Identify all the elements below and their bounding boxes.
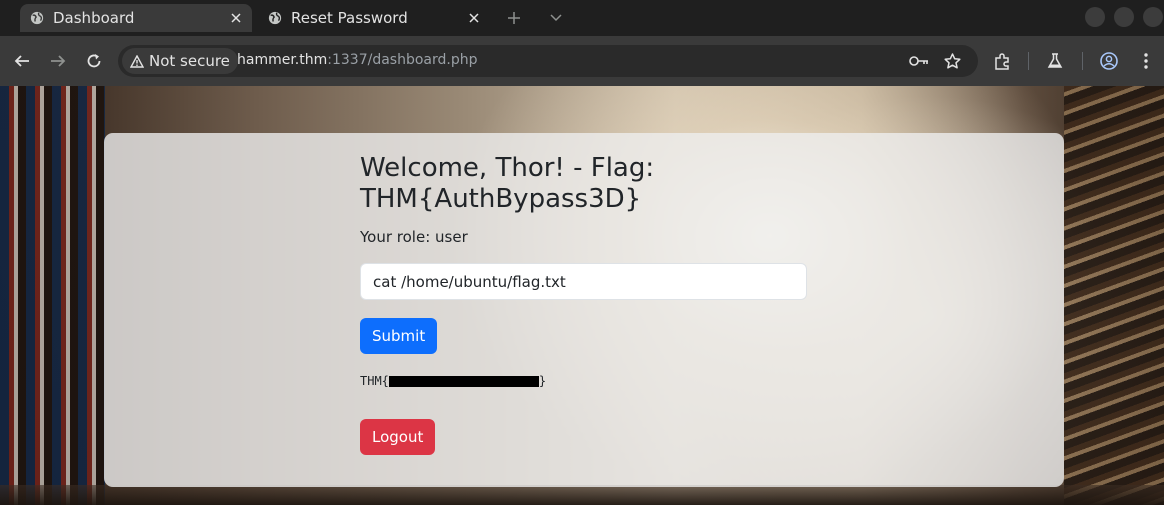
kebab-menu-icon[interactable] [1134,49,1158,73]
warning-triangle-icon [130,54,144,68]
minimize-button[interactable] [1085,7,1105,27]
security-chip[interactable]: Not secure [122,48,238,74]
logout-button[interactable]: Logout [360,419,436,455]
browser-toolbar: Not secure hammer.thm:1337/dashboard.php [0,36,1164,86]
dashboard-card: Welcome, Thor! - Flag: THM{AuthBypass3D}… [104,133,1064,487]
command-output: THM{} [360,373,807,389]
background-image [0,86,105,505]
output-prefix: THM{ [360,374,389,388]
globe-icon [30,11,44,25]
close-window-button[interactable] [1143,7,1163,27]
close-icon[interactable] [226,8,246,28]
url-path: :1337/dashboard.php [327,52,478,68]
profile-icon[interactable] [1097,49,1121,73]
output-suffix: } [538,374,547,388]
tab-dashboard[interactable]: Dashboard [20,4,252,32]
maximize-button[interactable] [1114,7,1134,27]
key-icon[interactable] [908,50,930,72]
chevron-down-icon[interactable] [544,6,568,30]
tab-label: Dashboard [53,9,135,27]
labs-flask-icon[interactable] [1043,49,1067,73]
url-host: hammer.thm [237,52,328,68]
security-label: Not secure [149,52,230,70]
address-bar[interactable]: Not secure hammer.thm:1337/dashboard.php [118,45,978,77]
reload-icon[interactable] [82,49,106,73]
tab-strip: Dashboard Reset Password [0,0,1164,36]
star-icon[interactable] [941,50,963,72]
dashboard-content: Welcome, Thor! - Flag: THM{AuthBypass3D}… [360,153,807,455]
globe-icon [268,11,282,25]
url-text[interactable]: hammer.thm:1337/dashboard.php [237,52,478,68]
redaction-bar [388,375,539,387]
forward-arrow-icon[interactable] [46,49,70,73]
background-image [1064,86,1164,505]
tab-reset-password[interactable]: Reset Password [258,4,490,32]
extensions-icon[interactable] [990,49,1014,73]
page-viewport: Welcome, Thor! - Flag: THM{AuthBypass3D}… [0,86,1164,505]
toolbar-divider [1082,52,1083,70]
plus-icon[interactable] [502,6,526,30]
background-image [0,485,1164,505]
toolbar-divider [1028,52,1029,70]
welcome-heading: Welcome, Thor! - Flag: THM{AuthBypass3D} [360,153,655,214]
tab-label: Reset Password [291,9,408,27]
role-text: Your role: user [360,228,468,246]
submit-button[interactable]: Submit [360,318,438,354]
close-icon[interactable] [464,8,484,28]
back-arrow-icon[interactable] [10,49,34,73]
command-input[interactable] [360,263,807,300]
